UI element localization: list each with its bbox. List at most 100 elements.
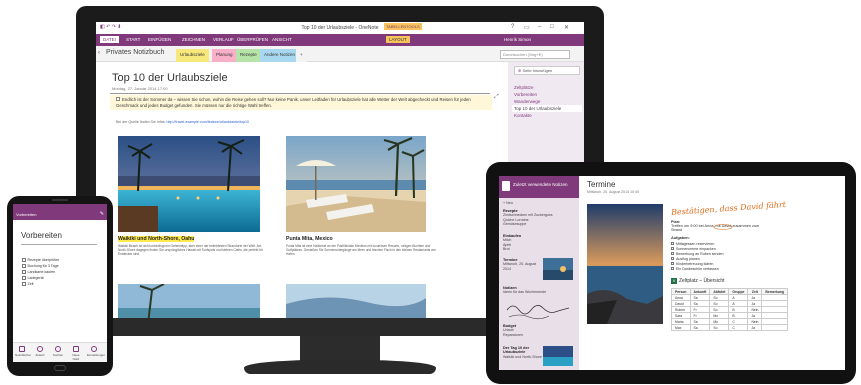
checkbox-icon[interactable] xyxy=(671,257,674,260)
page-title[interactable]: Top 10 der Urlaubsziele xyxy=(112,72,228,84)
phone-page-title[interactable]: Vorbereiten xyxy=(21,231,62,240)
caption-punta-mita[interactable]: Punta Mita, Mexico xyxy=(286,236,333,242)
excel-icon: X xyxy=(671,278,677,284)
recent-item-title: Termine xyxy=(503,258,518,262)
checkbox-icon[interactable] xyxy=(671,267,674,270)
phone-todo-item[interactable]: Ladegerät xyxy=(22,276,44,280)
add-page-button[interactable]: ⊕ Seite hinzufügen xyxy=(514,66,580,75)
new-note-button[interactable]: + Neu xyxy=(503,201,513,205)
photo-sea-lower-right[interactable] xyxy=(286,284,426,318)
todo-label: Aufgaben: xyxy=(671,236,690,240)
page-canvas[interactable]: Top 10 der Urlaubsziele Montag, 27. Janu… xyxy=(96,62,508,318)
table-cell[interactable]: Ja xyxy=(747,324,763,331)
photo-beach-loungers[interactable] xyxy=(286,136,426,232)
phone-todo-text: Buchung für 3 Tage xyxy=(27,264,59,268)
checkbox-icon[interactable] xyxy=(22,258,26,262)
handwritten-note[interactable]: Bestätigen, dass David fährt xyxy=(671,200,786,217)
recent-item-einkaufen[interactable]: Einkaufen Milch Äpfel Brot xyxy=(503,234,575,252)
section-tab-andere-notizen[interactable]: Andere Notizen xyxy=(260,49,300,62)
intro-text: Endlich ist der Sommer da – wissen Sie s… xyxy=(116,97,471,108)
help-icon[interactable]: ? xyxy=(511,24,514,30)
photo-island-lower-left[interactable] xyxy=(118,284,260,318)
back-arrow-icon[interactable]: ‹ xyxy=(98,50,100,56)
close-icon[interactable]: ✕ xyxy=(564,24,569,31)
paragraph-waikiki[interactable]: Waikiki Beach ist nicht unbedingt ein Ge… xyxy=(118,244,268,257)
checkbox-icon[interactable] xyxy=(22,264,26,268)
photo-sunset-sea[interactable] xyxy=(587,204,663,324)
recent-item-budget[interactable]: Budget Urlaub Reparaturen xyxy=(503,324,575,337)
notebook-icon xyxy=(19,346,25,352)
user-name[interactable]: Henrik Simon xyxy=(504,37,531,42)
campsite-table[interactable]: Person Ankunft Abfahrt Gruppe Zelt Bemerkung … xyxy=(671,288,789,331)
recent-item-rezepte[interactable]: Rezepte Zimtschnecken mit Zuckerguss Qui… xyxy=(503,209,575,227)
photo-pool-resort[interactable] xyxy=(118,136,260,232)
table-cell[interactable] xyxy=(761,324,789,331)
tab-datei[interactable]: DATEI xyxy=(100,36,119,43)
restore-icon[interactable]: ▭ xyxy=(524,24,530,31)
caption-waikiki[interactable]: Waikiki und North-Shore, Oahu xyxy=(118,236,195,242)
table-title-text: Zeltplatz – Übersicht xyxy=(679,278,725,284)
tab-einfuegen[interactable]: EINFÜGEN xyxy=(148,37,171,42)
recent-item-termine[interactable]: Termine Mittwoch, 20. August 2014 xyxy=(503,258,543,271)
table-cell[interactable]: Sa xyxy=(689,324,711,331)
tablet-page-title[interactable]: Termine xyxy=(587,180,615,189)
recent-line: Reparaturen xyxy=(503,332,523,337)
minimize-icon[interactable]: – xyxy=(538,24,541,30)
tab-ueberpruefen[interactable]: ÜBERPRÜFEN xyxy=(237,37,268,42)
checkbox-icon[interactable] xyxy=(671,252,674,255)
tab-zeichnen[interactable]: ZEICHNEN xyxy=(182,37,205,42)
nav-notebooks[interactable]: Notizbücher xyxy=(15,346,31,357)
phone-todo-item[interactable]: Landkarte kaufen xyxy=(22,270,55,274)
intro-note[interactable]: Endlich ist der Sommer da – wissen Sie s… xyxy=(110,95,492,111)
tab-start[interactable]: START xyxy=(126,37,140,42)
recent-item-title: Einkaufen xyxy=(503,234,522,238)
page-item-wanderwege[interactable]: Wanderwege xyxy=(512,98,582,105)
search-input[interactable]: Durchsuchen (Strg+E) xyxy=(500,50,570,59)
todo-text: Ein Dankeschön verfassen xyxy=(676,267,719,271)
phone-todo-item[interactable]: Rezepte überprüfen xyxy=(22,258,59,262)
maximize-icon[interactable]: □ xyxy=(550,24,554,30)
section-tab-urlaubsziele[interactable]: Urlaubsziele xyxy=(176,49,209,62)
todo-checkbox-icon[interactable] xyxy=(116,97,120,101)
table-row[interactable]: Max Sa So C Ja xyxy=(671,324,789,331)
nav-settings[interactable]: Einstellungen xyxy=(87,346,105,357)
table-cell[interactable]: So xyxy=(709,324,730,331)
edit-icon[interactable]: ✎ xyxy=(100,211,104,217)
nav-new-note[interactable]: Neue Notiz xyxy=(69,346,83,361)
todo-item[interactable]: Ein Dankeschön verfassen xyxy=(671,267,781,272)
paragraph-punta-mita[interactable]: Punta Mita ist eine Halbinsel an der Paz… xyxy=(286,244,436,257)
checkbox-icon[interactable] xyxy=(22,270,26,274)
tab-ansicht[interactable]: ANSICHT xyxy=(272,37,292,42)
checkbox-icon[interactable] xyxy=(671,242,674,245)
notebook-name[interactable]: Privates Notizbuch xyxy=(106,49,164,56)
table-cell[interactable]: C xyxy=(728,324,749,331)
page-item-kontakte[interactable]: Kontakte xyxy=(512,112,582,119)
phone-todo-item[interactable]: Buchung für 3 Tage xyxy=(22,264,59,268)
nav-search[interactable]: Suchen xyxy=(51,346,65,357)
tab-layout[interactable]: LAYOUT xyxy=(386,36,410,43)
checkbox-icon[interactable] xyxy=(22,276,26,280)
section-tab-rezepte[interactable]: Rezepte xyxy=(236,49,261,62)
add-section-button[interactable]: + xyxy=(296,49,307,62)
page-item-top10[interactable]: Top 10 der Urlaubsziele xyxy=(512,105,582,112)
recent-line: Zimtschnecken mit Zuckerguss xyxy=(503,213,553,218)
checkbox-icon[interactable] xyxy=(671,262,674,265)
phone-todo-item[interactable]: Zelt xyxy=(22,282,34,286)
section-tab-planung[interactable]: Planung xyxy=(212,49,237,62)
phone-home-button[interactable] xyxy=(54,365,66,371)
recent-line: Brot xyxy=(503,247,510,252)
checkbox-icon[interactable] xyxy=(671,247,674,250)
page-item-vorbereiten[interactable]: Vorbereiten xyxy=(512,91,582,98)
recent-item-top10[interactable]: Der Tag 10 der Urlaubsziele Waikiki und … xyxy=(503,346,543,359)
tablet-page[interactable]: Termine Mittwoch, 20. August 2014 10:45 … xyxy=(583,176,845,370)
expand-page-icon[interactable]: ⤢ xyxy=(494,94,499,101)
title-divider xyxy=(110,93,490,94)
recent-item-notizen[interactable]: Notizen Ideen für das Wochenende xyxy=(503,286,575,295)
tab-verlauf[interactable]: VERLAUF xyxy=(213,37,234,42)
table-cell[interactable]: Max xyxy=(671,324,691,331)
phone-speaker xyxy=(52,199,68,201)
checkbox-icon[interactable] xyxy=(22,282,26,286)
nav-recent[interactable]: Zuletzt xyxy=(33,346,47,357)
page-item-zeltplaetze[interactable]: Zeltplätze xyxy=(512,84,582,91)
source-link[interactable]: http://travel.example.com/feature/urlaub… xyxy=(167,120,250,124)
